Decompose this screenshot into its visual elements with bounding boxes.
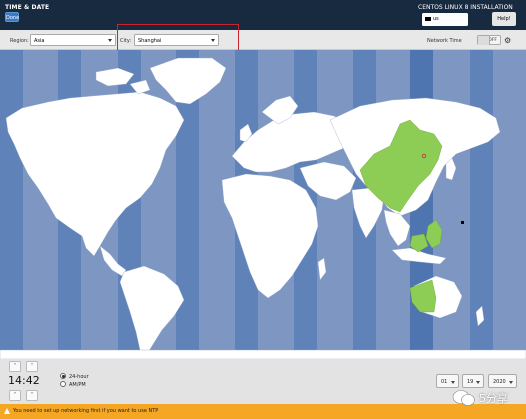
antarctica-landmass <box>0 349 526 359</box>
format-ampm-label: AM/PM <box>69 382 86 388</box>
format-24h-label: 24-hour <box>69 374 89 380</box>
arctic-island <box>95 67 135 87</box>
arrow-up-icon: ˄ <box>30 363 34 370</box>
hour-down-button[interactable]: ˅ <box>9 390 21 401</box>
format-24h-radio[interactable] <box>60 373 66 379</box>
southeast-asia-landmass <box>383 209 411 247</box>
region-label: Region: <box>10 38 29 44</box>
gear-icon[interactable]: ⚙ <box>504 36 511 45</box>
region-select[interactable]: Asia <box>30 34 116 46</box>
time-display: 14:42 <box>8 374 40 387</box>
network-time-label: Network Time <box>427 38 462 44</box>
arrow-up-icon: ˄ <box>13 363 17 370</box>
madagascar-landmass <box>317 257 327 281</box>
chevron-down-icon <box>451 380 455 384</box>
south-america-landmass <box>119 265 185 357</box>
hour-up-button[interactable]: ˄ <box>9 361 21 372</box>
arrow-down-icon: ˅ <box>30 392 34 399</box>
month-select[interactable]: 01 <box>436 374 459 388</box>
africa-landmass <box>221 173 319 299</box>
chat-bubble-icon <box>452 390 475 406</box>
location-pin-icon <box>461 221 464 224</box>
help-button[interactable]: Help! <box>492 12 516 26</box>
keyboard-icon <box>425 16 431 21</box>
warning-text: You need to set up networking first if y… <box>13 408 159 414</box>
year-value: 2020 <box>493 379 506 385</box>
day-select[interactable]: 19 <box>462 374 484 388</box>
north-america-landmass <box>5 91 185 257</box>
header-bar: TIME & DATE Done CENTOS LINUX 8 INSTALLA… <box>0 0 526 30</box>
chevron-down-icon <box>476 380 480 384</box>
region-select-value: Asia <box>34 38 45 44</box>
chevron-down-icon <box>108 39 112 42</box>
toggle-knob <box>478 36 490 45</box>
warning-icon <box>4 408 10 414</box>
timezone-map[interactable] <box>0 50 526 359</box>
done-button[interactable]: Done <box>5 12 19 22</box>
selected-zone-philippines <box>425 219 443 249</box>
warning-bar: You need to set up networking first if y… <box>0 404 526 419</box>
year-select[interactable]: 2020 <box>488 374 517 388</box>
arctic-island <box>129 79 151 95</box>
selected-zone-west-australia <box>409 279 437 313</box>
chevron-down-icon <box>509 380 513 384</box>
minute-up-button[interactable]: ˄ <box>26 361 38 372</box>
minute-down-button[interactable]: ˅ <box>26 390 38 401</box>
month-value: 01 <box>441 379 448 385</box>
installer-title: CENTOS LINUX 8 INSTALLATION <box>418 4 513 11</box>
page-title: TIME & DATE <box>5 4 50 11</box>
keyboard-layout-label: us <box>433 16 439 22</box>
watermark: 5分享 <box>449 387 523 409</box>
new-zealand-landmass <box>475 305 485 327</box>
format-ampm-radio[interactable] <box>60 381 66 387</box>
world-map <box>0 57 526 359</box>
network-time-toggle[interactable]: OFF <box>477 35 501 45</box>
keyboard-layout-indicator[interactable]: us <box>422 13 468 26</box>
day-value: 19 <box>467 379 474 385</box>
watermark-text: 5分享 <box>479 392 508 405</box>
greenland-landmass <box>149 57 227 105</box>
central-america-landmass <box>99 245 127 277</box>
arrow-down-icon: ˅ <box>13 392 17 399</box>
